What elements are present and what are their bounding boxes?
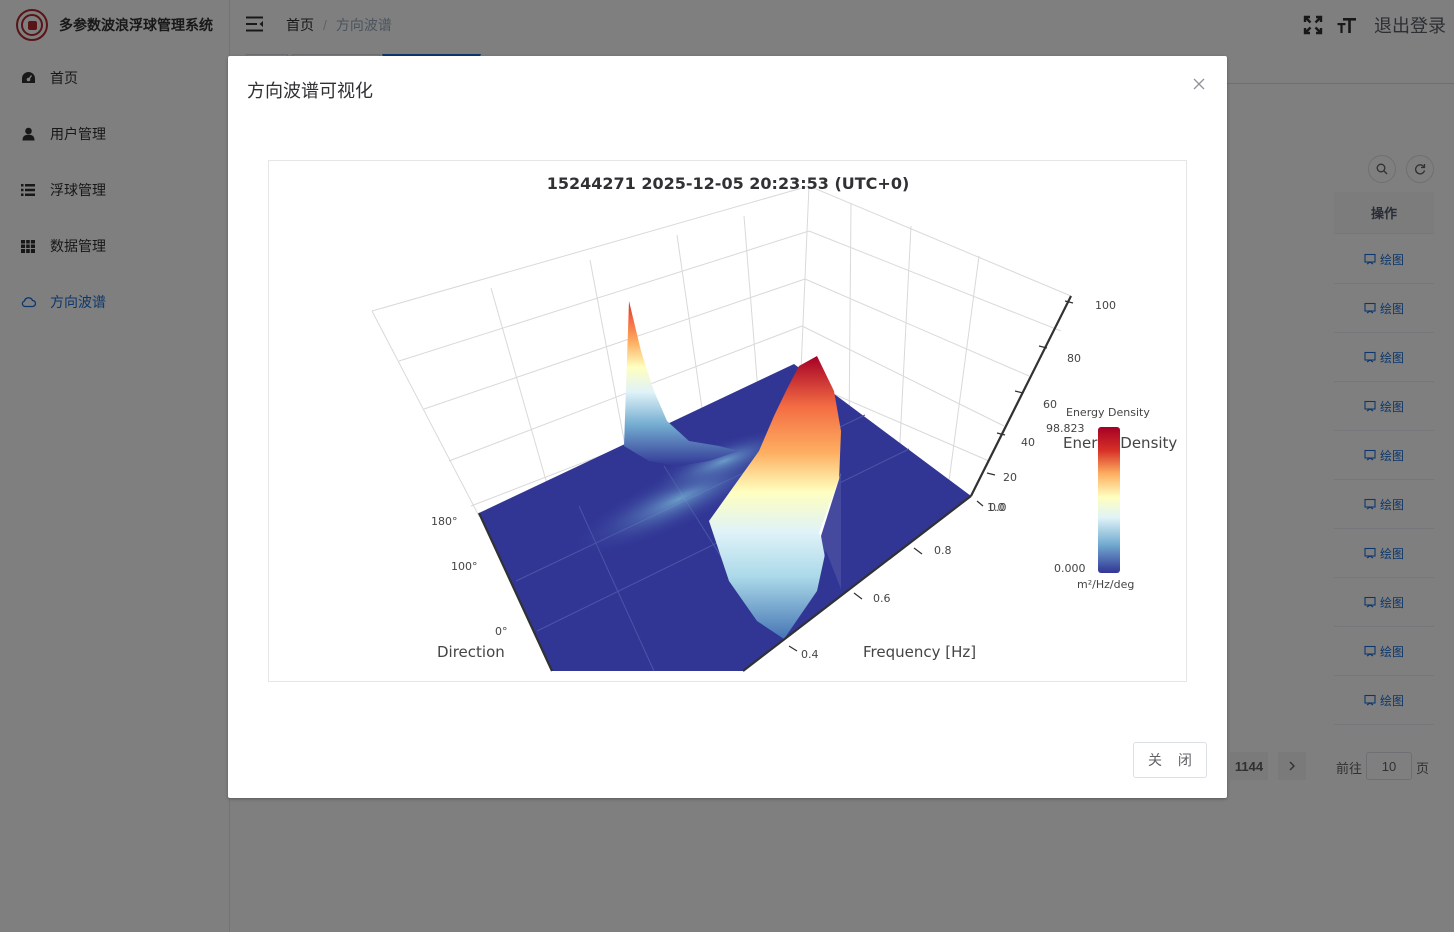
colorbar-min-label: 0.000 — [1054, 562, 1086, 575]
y-tick-label: 100° — [451, 560, 478, 573]
surface-3d-chart[interactable]: 15244271 2025-12-05 20:23:53 (UTC+0) Dir… — [269, 161, 1187, 682]
spectrum-dialog: 方向波谱可视化 15244271 2025-12-05 20:23:53 (UT… — [228, 56, 1227, 798]
y-tick-label: 0° — [495, 625, 508, 638]
close-icon[interactable] — [1191, 76, 1207, 92]
dialog-title: 方向波谱可视化 — [247, 81, 373, 101]
spectrum-plot[interactable]: 15244271 2025-12-05 20:23:53 (UTC+0) Dir… — [268, 160, 1187, 682]
colorbar-max-label: 98.823 — [1046, 422, 1085, 435]
x-axis-label: Frequency [Hz] — [863, 643, 976, 661]
x-tick-label: 0.6 — [873, 592, 891, 605]
x-tick-label: 0.8 — [934, 544, 952, 557]
y-tick-label: 180° — [431, 515, 458, 528]
colorbar-unit: m²/Hz/deg — [1077, 578, 1134, 591]
dialog-close-button[interactable]: 关 闭 — [1133, 742, 1207, 778]
z-tick-label: 80 — [1067, 352, 1081, 365]
chart-title: 15244271 2025-12-05 20:23:53 (UTC+0) — [547, 174, 910, 193]
z-tick-label: 20 — [1003, 471, 1017, 484]
colorbar-scale — [1098, 427, 1120, 573]
x-tick-label: 0.4 — [801, 648, 819, 661]
z-axis-overlay-label: Energy Density — [1063, 434, 1177, 452]
z-tick-label: 100 — [1095, 299, 1116, 312]
colorbar-title: Energy Density — [1066, 406, 1150, 419]
z-tick-label: 0.0 — [989, 501, 1007, 514]
z-tick-label: 60 — [1043, 398, 1057, 411]
z-tick-label: 40 — [1021, 436, 1035, 449]
y-axis-label: Direction — [437, 643, 505, 661]
